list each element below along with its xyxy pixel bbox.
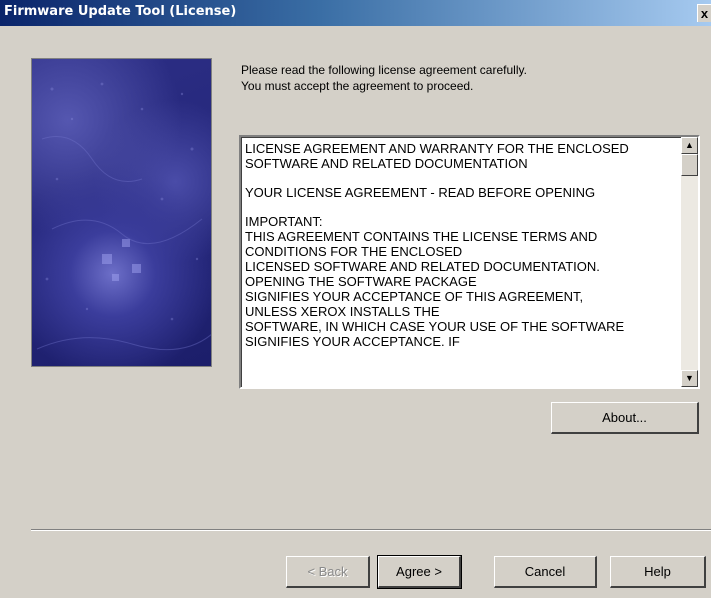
up-arrow-icon: ▲ (685, 140, 694, 150)
scroll-up-button[interactable]: ▲ (681, 137, 698, 154)
license-line: LICENSED SOFTWARE AND RELATED DOCUMENTAT… (245, 259, 600, 274)
wizard-side-image (31, 58, 212, 367)
intro-line: You must accept the agreement to proceed… (241, 79, 474, 93)
license-line: YOUR LICENSE AGREEMENT - READ BEFORE OPE… (245, 185, 596, 200)
intro-line: Please read the following license agreem… (241, 63, 527, 77)
license-line: SIGNIFIES YOUR ACCEPTANCE OF THIS AGREEM… (245, 289, 584, 304)
window-title: Firmware Update Tool (License) (4, 4, 237, 19)
license-text: LICENSE AGREEMENT AND WARRANTY FOR THE E… (245, 141, 663, 349)
scroll-down-button[interactable]: ▼ (681, 370, 698, 387)
license-line: CONDITIONS FOR THE ENCLOSED (245, 244, 463, 259)
intro-text: Please read the following license agreem… (241, 62, 527, 94)
scroll-thumb[interactable] (681, 154, 698, 176)
license-line: LICENSE AGREEMENT AND WARRANTY FOR THE E… (245, 141, 629, 156)
license-line: OPENING THE SOFTWARE PACKAGE (245, 274, 477, 289)
license-line: SOFTWARE, IN WHICH CASE YOUR USE OF THE … (245, 319, 625, 334)
agree-button[interactable]: Agree > (377, 555, 462, 589)
side-image-pattern (36, 82, 211, 351)
license-dialog: Firmware Update Tool (License) x Please … (0, 0, 711, 598)
license-line: IMPORTANT: (245, 214, 323, 229)
close-button[interactable]: x (697, 4, 711, 22)
license-line: UNLESS XEROX INSTALLS THE (245, 304, 440, 319)
license-line: THIS AGREEMENT CONTAINS THE LICENSE TERM… (245, 229, 598, 244)
license-line: SOFTWARE AND RELATED DOCUMENTATION (245, 156, 528, 171)
cancel-button[interactable]: Cancel (494, 556, 597, 588)
license-textbox[interactable]: LICENSE AGREEMENT AND WARRANTY FOR THE E… (239, 135, 700, 389)
license-scrollbar[interactable]: ▲ ▼ (681, 137, 698, 387)
title-bar: Firmware Update Tool (License) x (0, 0, 711, 26)
about-button[interactable]: About... (551, 402, 699, 434)
back-button[interactable]: < Back (286, 556, 370, 588)
down-arrow-icon: ▼ (685, 373, 694, 383)
license-line: SIGNIFIES YOUR ACCEPTANCE. IF (245, 334, 460, 349)
help-button[interactable]: Help (610, 556, 706, 588)
button-separator (31, 529, 711, 531)
